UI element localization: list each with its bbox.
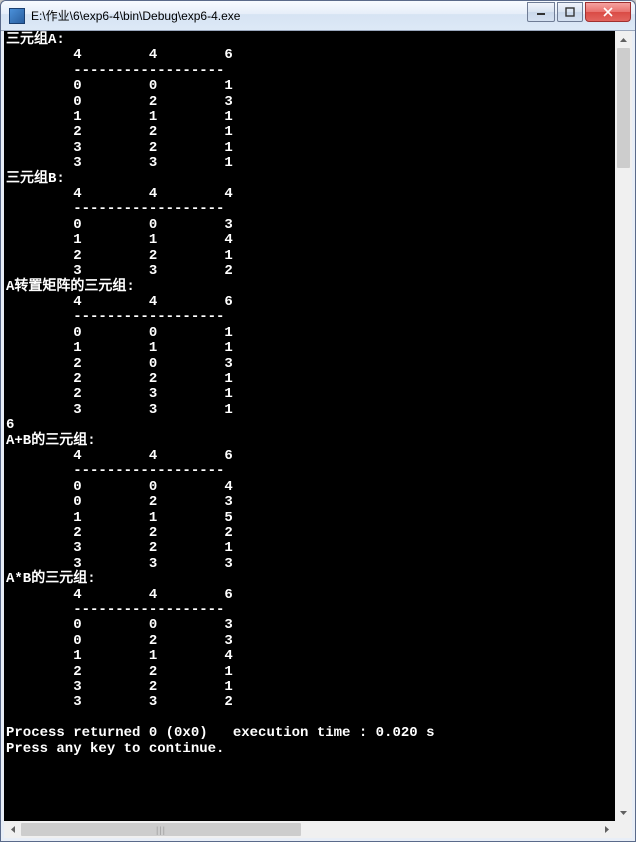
maximize-icon bbox=[565, 7, 575, 17]
vertical-track[interactable] bbox=[615, 48, 632, 804]
thumb-grip-icon: ||| bbox=[156, 825, 166, 835]
chevron-right-icon bbox=[605, 826, 609, 833]
vertical-thumb[interactable] bbox=[617, 48, 630, 168]
app-window: E:\作业\6\exp6-4\bin\Debug\exp6-4.exe 三元组A… bbox=[0, 0, 636, 842]
scroll-left-button[interactable] bbox=[4, 821, 21, 838]
scroll-down-button[interactable] bbox=[615, 804, 632, 821]
console-area: 三元组A: 4 4 6 ------------------ 0 0 1 0 2… bbox=[1, 31, 635, 841]
chevron-down-icon bbox=[620, 811, 627, 815]
chevron-left-icon bbox=[11, 826, 15, 833]
scrollbar-corner bbox=[615, 821, 632, 838]
minimize-button[interactable] bbox=[527, 2, 555, 22]
console-output: 三元组A: 4 4 6 ------------------ 0 0 1 0 2… bbox=[4, 31, 615, 821]
app-icon bbox=[9, 8, 25, 24]
scroll-up-button[interactable] bbox=[615, 31, 632, 48]
close-icon bbox=[602, 7, 614, 17]
window-buttons bbox=[527, 2, 631, 22]
maximize-button[interactable] bbox=[557, 2, 583, 22]
horizontal-thumb[interactable]: ||| bbox=[21, 823, 301, 836]
close-button[interactable] bbox=[585, 2, 631, 22]
vertical-scrollbar[interactable] bbox=[615, 31, 632, 821]
minimize-icon bbox=[536, 7, 546, 17]
titlebar[interactable]: E:\作业\6\exp6-4\bin\Debug\exp6-4.exe bbox=[1, 1, 635, 31]
horizontal-track[interactable]: ||| bbox=[21, 821, 598, 838]
window-title: E:\作业\6\exp6-4\bin\Debug\exp6-4.exe bbox=[31, 7, 527, 24]
scroll-right-button[interactable] bbox=[598, 821, 615, 838]
chevron-up-icon bbox=[620, 38, 627, 42]
horizontal-scrollbar[interactable]: ||| bbox=[4, 821, 615, 838]
